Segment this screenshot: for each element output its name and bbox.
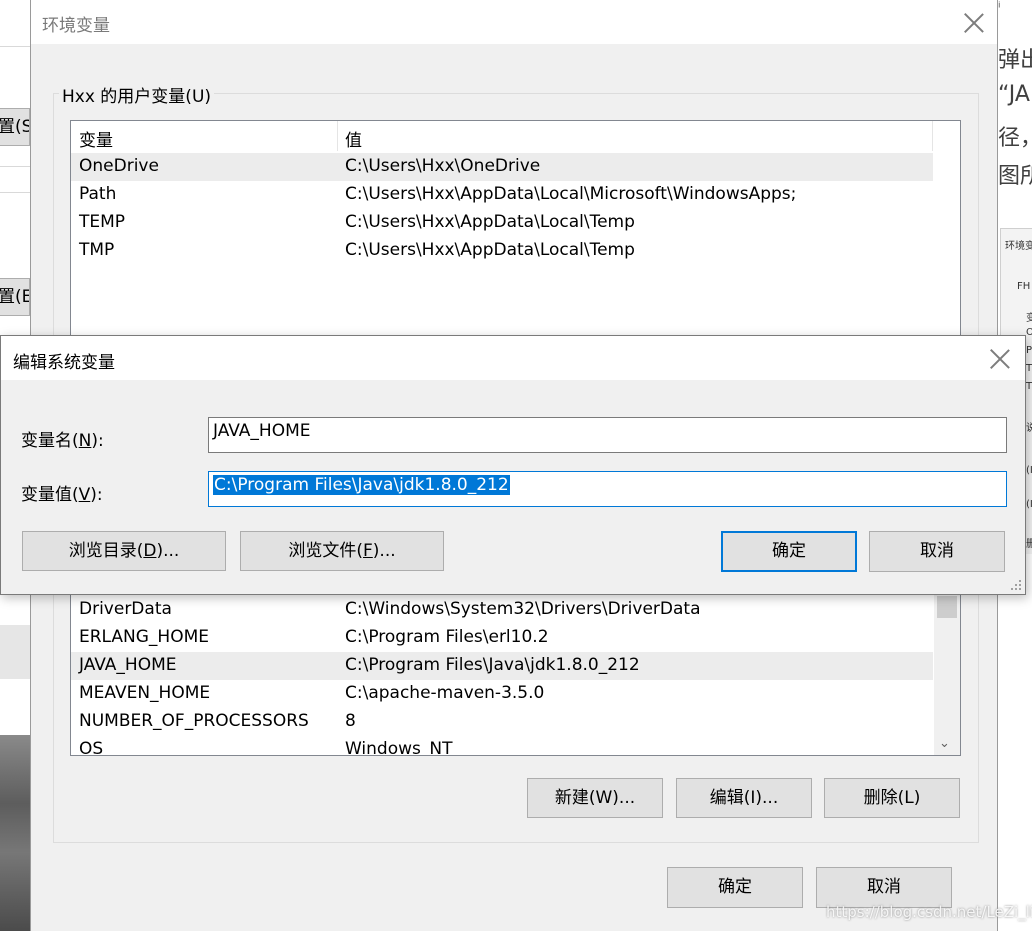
- table-row[interactable]: JAVA_HOME C:\Program Files\Java\jdk1.8.0…: [71, 652, 933, 680]
- browse-file-button[interactable]: 浏览文件(F)...: [240, 531, 444, 571]
- edit-variable-button[interactable]: 编辑(I)...: [676, 778, 812, 818]
- resize-grip-icon[interactable]: [1010, 579, 1022, 591]
- article-text-line: 弹出: [998, 48, 1032, 73]
- column-header-variable[interactable]: 变量: [79, 126, 113, 151]
- variable-name: OneDrive: [79, 156, 159, 176]
- background-block: [0, 625, 30, 679]
- thumbnail-text: 说: [1026, 423, 1032, 434]
- chevron-down-icon[interactable]: ⌄: [939, 736, 950, 751]
- scrollbar-thumb[interactable]: [937, 596, 957, 618]
- table-row[interactable]: OS Windows_NT: [71, 736, 933, 756]
- thumbnail-text: O: [1026, 327, 1032, 338]
- close-icon[interactable]: [963, 12, 985, 34]
- new-variable-button[interactable]: 新建(W)...: [527, 778, 663, 818]
- variable-value: C:\Program Files\erl10.2: [345, 627, 549, 647]
- list-header: 变量 值: [71, 121, 933, 151]
- variable-name: JAVA_HOME: [79, 655, 177, 675]
- divider: [0, 166, 30, 167]
- thumbnail-text: 删: [1026, 539, 1032, 550]
- variable-value-label: 变量值(V):: [21, 485, 103, 505]
- variable-name: TEMP: [79, 212, 126, 232]
- edit-system-variable-dialog: 编辑系统变量 变量名(N): JAVA_HOME 变量值(V): C:\Prog…: [0, 335, 1026, 595]
- background-photo: [0, 735, 30, 931]
- thumbnail-text: 环境变: [1005, 241, 1032, 252]
- thumbnail-text: T: [1026, 381, 1032, 392]
- selected-text: C:\Program Files\Java\jdk1.8.0_212: [213, 475, 510, 495]
- variable-name: DriverData: [79, 599, 172, 619]
- thumbnail-text: (I: [1026, 465, 1032, 476]
- divider: [0, 46, 30, 47]
- table-row[interactable]: Path C:\Users\Hxx\AppData\Local\Microsof…: [71, 181, 933, 209]
- user-variables-group-label: Hxx 的用户变量(U): [59, 82, 215, 107]
- variable-name: NUMBER_OF_PROCESSORS: [79, 711, 309, 731]
- column-divider[interactable]: [337, 121, 338, 151]
- close-icon[interactable]: [989, 348, 1011, 370]
- watermark: https://blog.csdn.net/LeZi_lie: [826, 903, 1032, 921]
- column-divider[interactable]: [932, 121, 933, 151]
- table-row[interactable]: NUMBER_OF_PROCESSORS 8: [71, 708, 933, 736]
- variable-value: C:\Program Files\Java\jdk1.8.0_212: [345, 655, 640, 675]
- thumbnail-text: T: [1026, 363, 1032, 374]
- table-row[interactable]: TEMP C:\Users\Hxx\AppData\Local\Temp: [71, 209, 933, 237]
- delete-variable-button[interactable]: 删除(L): [824, 778, 960, 818]
- thumbnail-text: 变: [1026, 313, 1032, 324]
- table-row[interactable]: MEAVEN_HOME C:\apache-maven-3.5.0: [71, 680, 933, 708]
- table-row[interactable]: TMP C:\Users\Hxx\AppData\Local\Temp: [71, 237, 933, 265]
- variable-name: TMP: [79, 240, 115, 260]
- variable-value: Windows_NT: [345, 739, 453, 756]
- table-row[interactable]: DriverData C:\Windows\System32\Drivers\D…: [71, 596, 933, 624]
- variable-value: 8: [345, 711, 356, 731]
- article-mark: ⁱ: [998, 0, 1001, 16]
- table-row[interactable]: OneDrive C:\Users\Hxx\OneDrive: [71, 153, 933, 181]
- window-title: 环境变量: [42, 16, 110, 36]
- variable-value-input[interactable]: C:\Program Files\Java\jdk1.8.0_212: [208, 471, 1007, 507]
- dialog-ok-button[interactable]: 确定: [721, 531, 857, 572]
- variable-name: ERLANG_HOME: [79, 627, 210, 647]
- variable-value: C:\Windows\System32\Drivers\DriverData: [345, 599, 701, 619]
- article-text-line: “JA: [998, 82, 1030, 107]
- background-button-e[interactable]: 置(E): [0, 278, 30, 316]
- variable-name-label: 变量名(N):: [21, 431, 104, 451]
- thumbnail-text: (I: [1026, 499, 1032, 510]
- variable-name: MEAVEN_HOME: [79, 683, 211, 703]
- thumbnail-text: FH: [1017, 281, 1031, 292]
- variable-name: Path: [79, 184, 117, 204]
- cancel-button[interactable]: 取消: [816, 867, 952, 908]
- variable-value: C:\apache-maven-3.5.0: [345, 683, 545, 703]
- variable-value: C:\Users\Hxx\AppData\Local\Temp: [345, 240, 635, 260]
- variable-name-input[interactable]: JAVA_HOME: [208, 417, 1007, 453]
- article-text-line: 径，: [998, 126, 1032, 151]
- column-header-value[interactable]: 值: [345, 126, 362, 151]
- dialog-cancel-button[interactable]: 取消: [869, 531, 1005, 572]
- ok-button[interactable]: 确定: [667, 867, 803, 908]
- variable-name: OS: [79, 739, 104, 756]
- variable-value: C:\Users\Hxx\AppData\Local\Microsoft\Win…: [345, 184, 797, 204]
- variable-value: C:\Users\Hxx\OneDrive: [345, 156, 541, 176]
- variable-value: C:\Users\Hxx\AppData\Local\Temp: [345, 212, 635, 232]
- dialog-titlebar: 编辑系统变量: [1, 336, 1025, 380]
- window-titlebar: 环境变量: [31, 0, 997, 44]
- user-variables-list[interactable]: 变量 值 OneDrive C:\Users\Hxx\OneDrive Path…: [70, 120, 961, 340]
- browse-directory-button[interactable]: 浏览目录(D)...: [22, 531, 226, 571]
- thumbnail-text: P: [1026, 345, 1032, 356]
- background-button-s[interactable]: 置(S): [0, 108, 30, 146]
- table-row[interactable]: ERLANG_HOME C:\Program Files\erl10.2: [71, 624, 933, 652]
- dialog-title: 编辑系统变量: [13, 353, 115, 373]
- divider: [0, 192, 30, 193]
- article-text-line: 图所: [998, 164, 1032, 189]
